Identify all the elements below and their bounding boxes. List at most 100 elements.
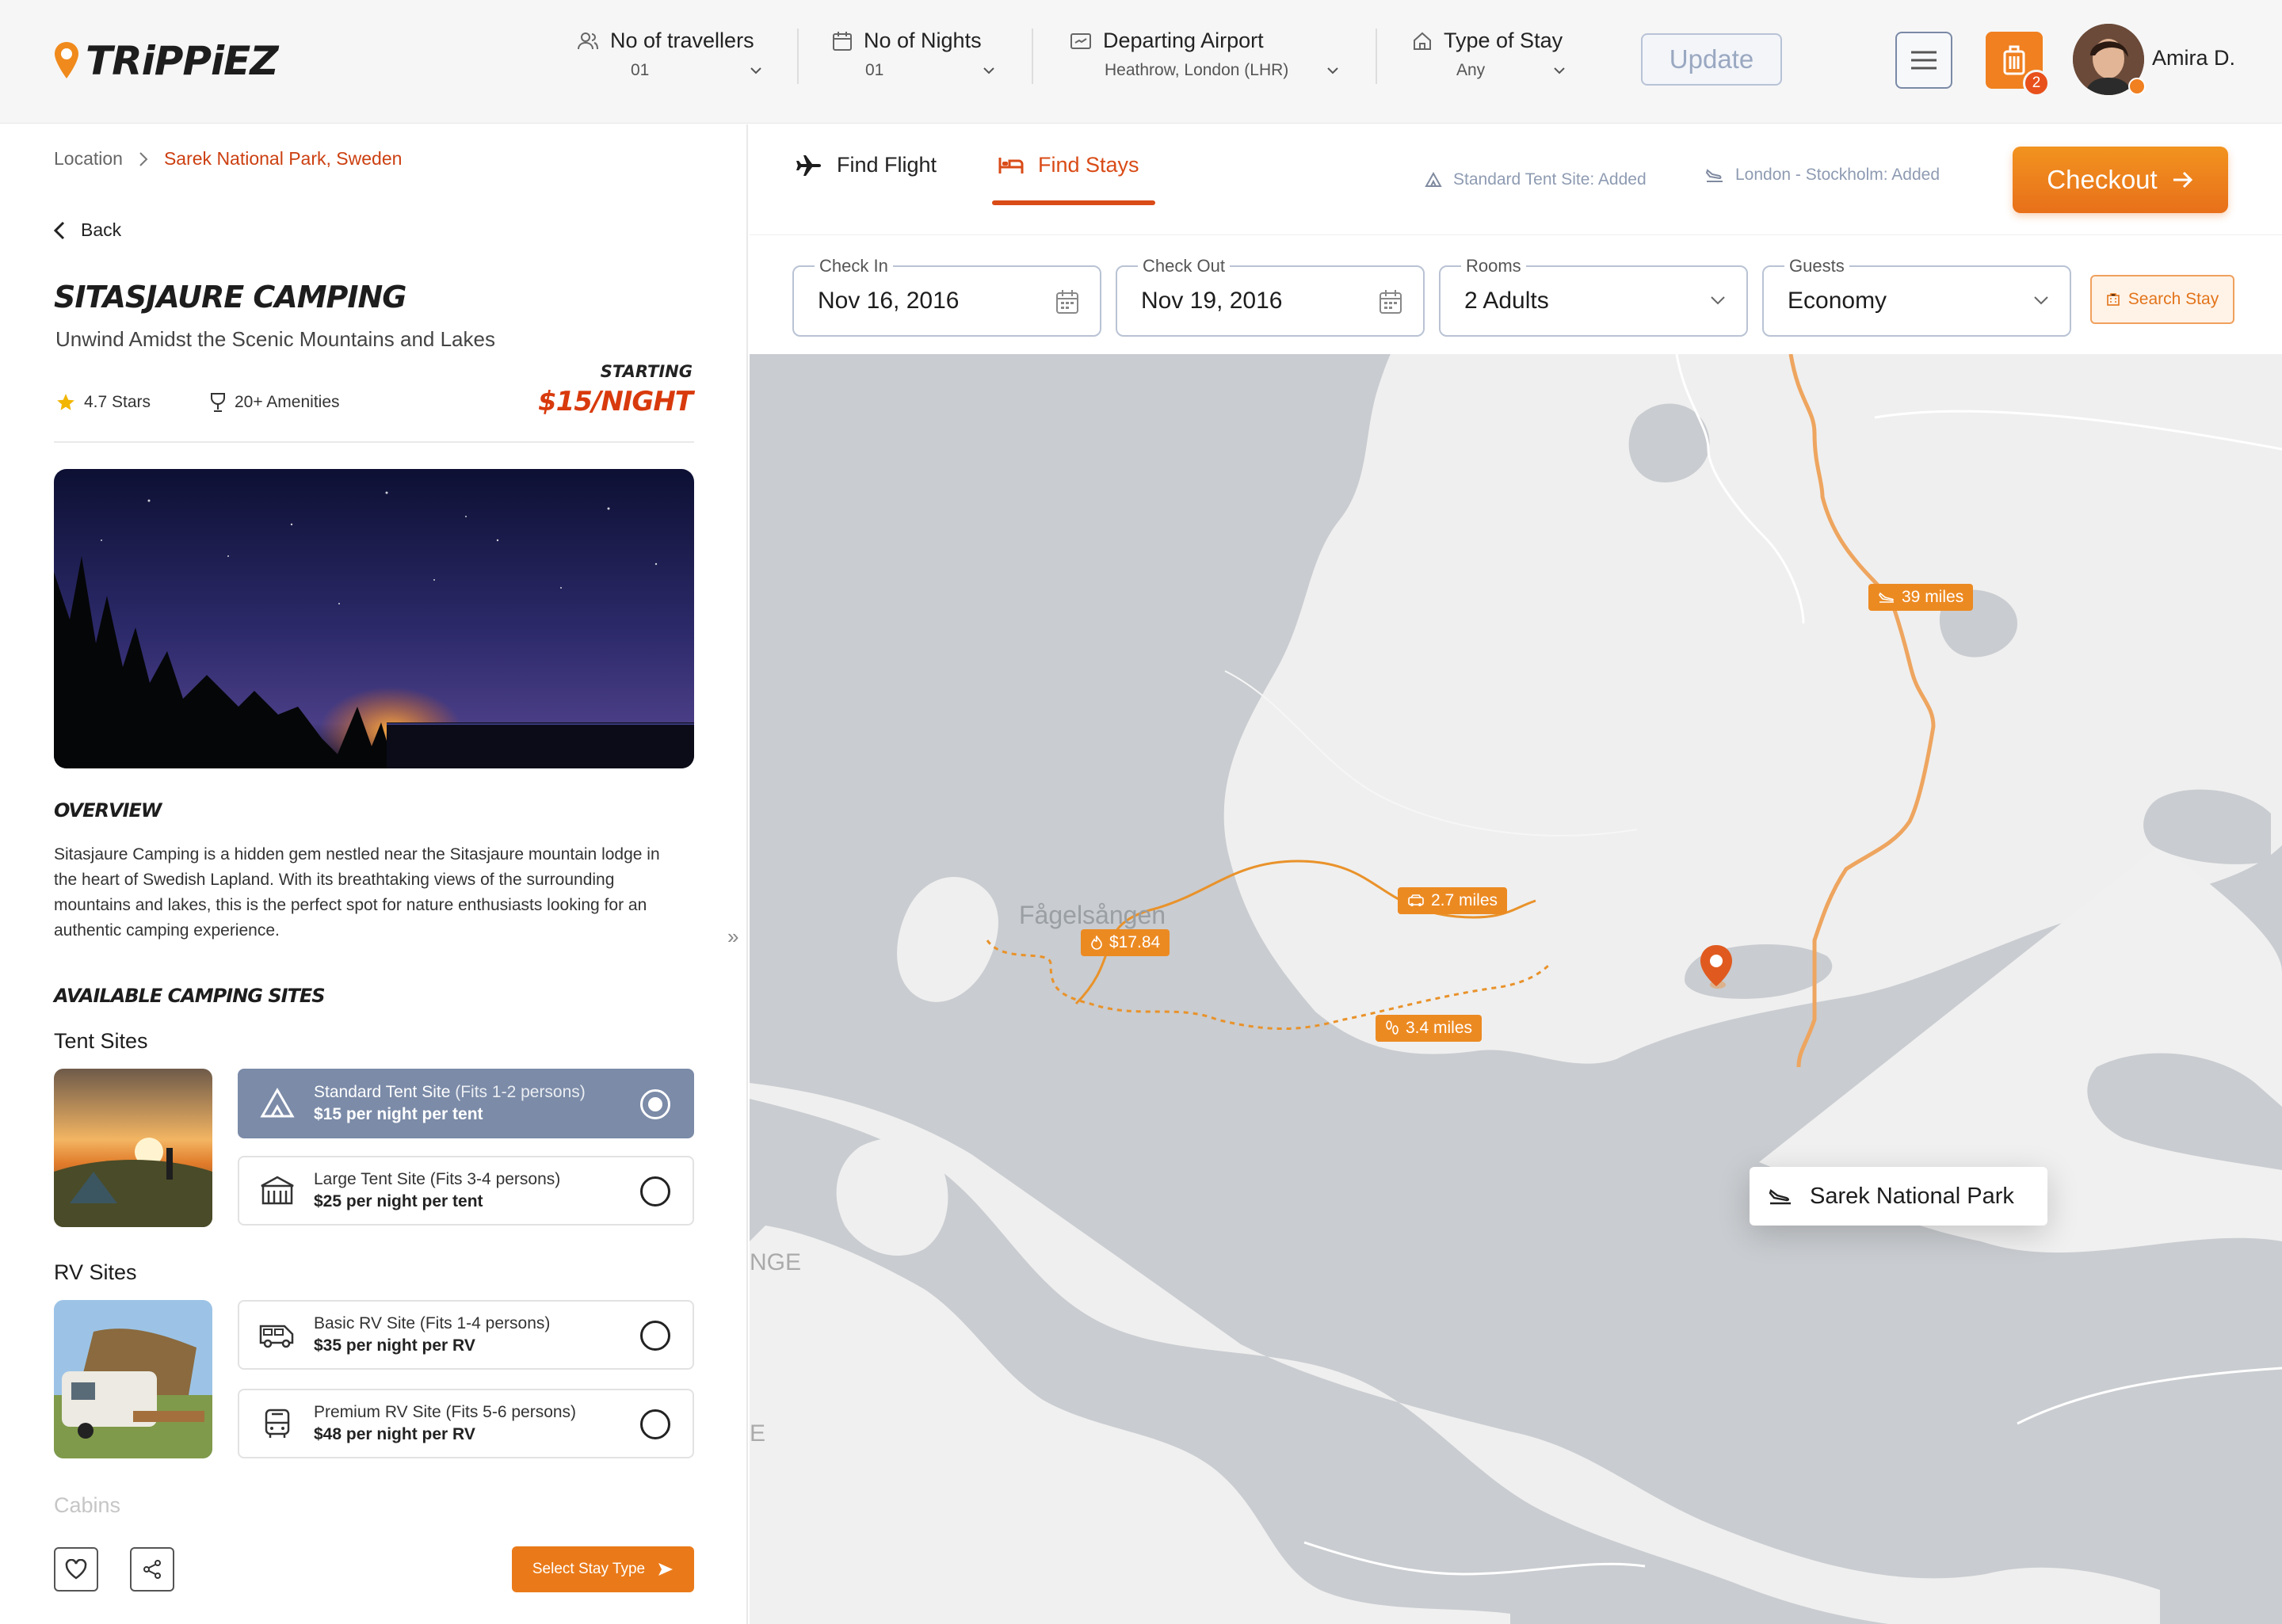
check-out-value: Nov 19, 2016	[1141, 288, 1283, 314]
collapse-panel-icon[interactable]: »	[727, 924, 738, 949]
hotel-icon	[2106, 293, 2120, 306]
walk-distance-value: 3.4 miles	[1406, 1019, 1473, 1037]
divider	[797, 29, 799, 84]
site-price: $35 per night per RV	[314, 1336, 475, 1355]
luggage-icon	[2003, 45, 2025, 75]
stay-type-filter[interactable]: Type of Stay Any	[1412, 29, 1566, 92]
hamburger-icon	[1911, 51, 1937, 70]
checkout-button[interactable]: Checkout	[2013, 147, 2228, 213]
footsteps-icon	[1386, 1020, 1399, 1035]
users-icon	[578, 32, 598, 49]
map[interactable]: Fågelsången NGE E $17.84 2.7 miles 3.4 m…	[750, 291, 2282, 1624]
tab-find-stays[interactable]: Find Stays	[998, 153, 1139, 177]
site-option-large-tent[interactable]: Large Tent Site (Fits 3-4 persons) $25 p…	[238, 1156, 694, 1226]
pavilion-icon	[258, 1172, 296, 1210]
share-button[interactable]	[130, 1547, 174, 1592]
divider	[1032, 29, 1033, 84]
tabs-bar: Find Flight Find Stays Standard Tent Sit…	[750, 124, 2282, 235]
plane-landing-icon	[1705, 169, 1723, 182]
radio-unselected[interactable]	[640, 1321, 670, 1351]
site-capacity: (Fits 5-6 persons)	[441, 1403, 577, 1421]
map-town-label: Fågelsången	[1019, 901, 1166, 929]
site-capacity: (Fits 3-4 persons)	[425, 1170, 561, 1188]
site-capacity: (Fits 1-4 persons)	[415, 1314, 551, 1332]
site-capacity: (Fits 1-2 persons)	[450, 1083, 586, 1101]
flight-distance-pill[interactable]: 39 miles	[1868, 584, 1974, 611]
place-card[interactable]: Sarek National Park	[1750, 1167, 2047, 1226]
chevron-left-icon	[54, 221, 65, 239]
walk-distance-pill[interactable]: 3.4 miles	[1376, 1015, 1483, 1042]
radio-unselected[interactable]	[640, 1176, 670, 1207]
calendar-icon	[1056, 290, 1078, 314]
nights-label: No of Nights	[864, 29, 982, 52]
heart-icon	[65, 1559, 87, 1580]
calendar-icon	[833, 31, 852, 51]
star-icon	[57, 394, 74, 410]
bus-icon	[258, 1405, 296, 1443]
plane-icon	[796, 154, 821, 176]
favorite-button[interactable]	[54, 1547, 98, 1592]
overview-text: Sitasjaure Camping is a hidden gem nestl…	[54, 845, 660, 940]
tab-find-stays-label: Find Stays	[1038, 153, 1139, 177]
map-panel: Fågelsången NGE E $17.84 2.7 miles 3.4 m…	[750, 124, 2282, 1624]
site-option-standard-tent[interactable]: Standard Tent Site (Fits 1-2 persons) $1…	[238, 1069, 694, 1138]
flame-icon	[1091, 936, 1102, 950]
user-name[interactable]: Amira D.	[2152, 46, 2235, 71]
logo[interactable]: TRiPPiEZ	[52, 33, 279, 89]
radio-unselected[interactable]	[640, 1409, 670, 1439]
drive-distance-pill[interactable]: 2.7 miles	[1398, 887, 1508, 914]
share-icon	[143, 1560, 161, 1579]
check-in-label: Check In	[815, 256, 893, 276]
search-stay-label: Search Stay	[2127, 290, 2219, 308]
tab-find-flight[interactable]: Find Flight	[796, 153, 937, 177]
search-stay-button[interactable]: Search Stay	[2090, 275, 2234, 324]
radio-selected[interactable]	[640, 1089, 670, 1119]
listing-panel: Location Sarek National Park, Sweden Bac…	[0, 124, 748, 1624]
check-out-field[interactable]: Check Out Nov 19, 2016	[1116, 256, 1425, 337]
update-button[interactable]: Update	[1641, 33, 1782, 86]
breadcrumb-current[interactable]: Sarek National Park, Sweden	[164, 148, 402, 170]
tent-sites-heading: Tent Sites	[54, 1029, 148, 1053]
site-name: Premium RV Site	[314, 1403, 441, 1421]
guests-select[interactable]: Guests Economy	[1762, 256, 2071, 337]
added-flight-status: London - Stockholm: Added	[1705, 166, 1940, 185]
site-option-basic-rv[interactable]: Basic RV Site (Fits 1-4 persons) $35 per…	[238, 1300, 694, 1370]
travellers-value: 01	[631, 61, 650, 79]
nights-filter[interactable]: No of Nights 01	[832, 29, 995, 92]
travellers-filter[interactable]: No of travellers 01	[577, 29, 762, 92]
price-pill[interactable]: $17.84	[1081, 929, 1170, 956]
car-icon	[1408, 894, 1424, 906]
plane-landing-icon	[1769, 1189, 1791, 1205]
divider	[1376, 29, 1377, 84]
breadcrumb-root[interactable]: Location	[54, 148, 123, 170]
page-subtitle: Unwind Amidst the Scenic Mountains and L…	[55, 327, 495, 351]
back-button[interactable]: Back	[54, 219, 121, 241]
amenities-text: 20+ Amenities	[235, 393, 340, 411]
rooms-label: Rooms	[1461, 256, 1526, 276]
chevron-down-icon	[1711, 296, 1725, 305]
rv-sites-heading: RV Sites	[54, 1260, 137, 1284]
page-title: SITASJAURE CAMPING	[54, 280, 406, 315]
site-name: Standard Tent Site	[314, 1083, 451, 1101]
airport-value: Heathrow, London (LHR)	[1105, 61, 1289, 79]
chevron-down-icon	[983, 67, 994, 74]
check-in-value: Nov 16, 2016	[818, 288, 960, 314]
added-tent-value: Added	[1594, 170, 1647, 189]
price: $15/NIGHT	[537, 386, 693, 417]
site-option-premium-rv[interactable]: Premium RV Site (Fits 5-6 persons) $48 p…	[238, 1389, 694, 1458]
back-label: Back	[81, 219, 122, 240]
check-in-field[interactable]: Check In Nov 16, 2016	[792, 256, 1101, 337]
amenities[interactable]: 20+ Amenities	[209, 392, 340, 413]
bed-icon	[998, 157, 1024, 173]
hero-image	[54, 469, 694, 768]
travellers-label: No of travellers	[610, 29, 754, 52]
menu-button[interactable]	[1895, 32, 1952, 89]
select-stay-type-button[interactable]: Select Stay Type	[512, 1546, 694, 1592]
tent-icon	[258, 1085, 296, 1123]
active-tab-indicator	[992, 200, 1155, 205]
cart-count-badge: 2	[2023, 70, 2050, 97]
stay-type-value: Any	[1456, 61, 1486, 79]
rooms-select[interactable]: Rooms 2 Adults	[1439, 256, 1748, 337]
airport-filter[interactable]: Departing Airport Heathrow, London (LHR)	[1070, 29, 1339, 92]
chevron-right-icon	[139, 151, 148, 166]
